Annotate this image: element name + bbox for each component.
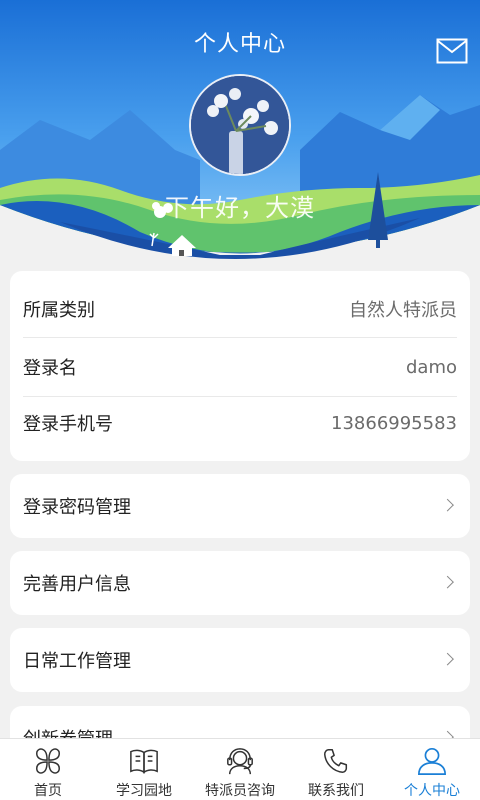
tab-home[interactable]: 首页 [0,739,96,800]
chevron-right-icon [441,652,454,666]
tab-contact[interactable]: 联系我们 [288,739,384,800]
info-row-login-name: 登录名 damo [23,337,457,397]
page-title: 个人中心 [193,32,286,57]
category-value: 自然人特派员 [349,300,457,321]
headset-icon [227,748,253,775]
info-row-phone: 登录手机号 13866995583 [23,393,457,453]
menu-daily-work[interactable]: 日常工作管理 [10,628,470,692]
mail-icon[interactable] [436,38,468,64]
avatar-image [191,76,289,174]
phone-value: 13866995583 [331,412,457,434]
menu-password[interactable]: 登录密码管理 [10,474,470,538]
category-label: 所属类别 [23,300,95,321]
book-icon [130,749,158,774]
tab-profile-label: 个人中心 [404,783,460,799]
chevron-right-icon [441,575,454,589]
login-name-value: damo [405,356,457,378]
chevron-right-icon [441,498,454,512]
profile-info-card: 所属类别 自然人特派员 登录名 damo 登录手机号 13866995583 [10,271,470,461]
menu-user-info[interactable]: 完善用户信息 [10,551,470,615]
bottom-tab-bar: 首页 学习园地 特派员咨询 联系我们 个人中心 [0,738,480,800]
avatar[interactable] [189,74,291,176]
greeting-text: 下午好，大漠 [165,194,315,222]
tab-study[interactable]: 学习园地 [96,739,192,800]
tab-home-label: 首页 [34,783,62,799]
menu-user-info-label: 完善用户信息 [23,574,131,595]
tab-profile[interactable]: 个人中心 [384,739,480,800]
profile-header: 个人中心 下午好，大漠 [0,0,480,262]
menu-password-label: 登录密码管理 [23,497,131,518]
clover-icon [35,748,61,774]
tab-study-label: 学习园地 [116,783,172,799]
login-name-label: 登录名 [23,358,77,379]
info-row-category: 所属类别 自然人特派员 [23,279,457,339]
phone-label: 登录手机号 [23,414,113,435]
menu-daily-work-label: 日常工作管理 [23,651,131,672]
user-icon [418,747,446,775]
tab-consult-label: 特派员咨询 [205,783,275,799]
tab-contact-label: 联系我们 [308,783,364,799]
phone-icon [324,749,348,773]
tab-consult[interactable]: 特派员咨询 [192,739,288,800]
